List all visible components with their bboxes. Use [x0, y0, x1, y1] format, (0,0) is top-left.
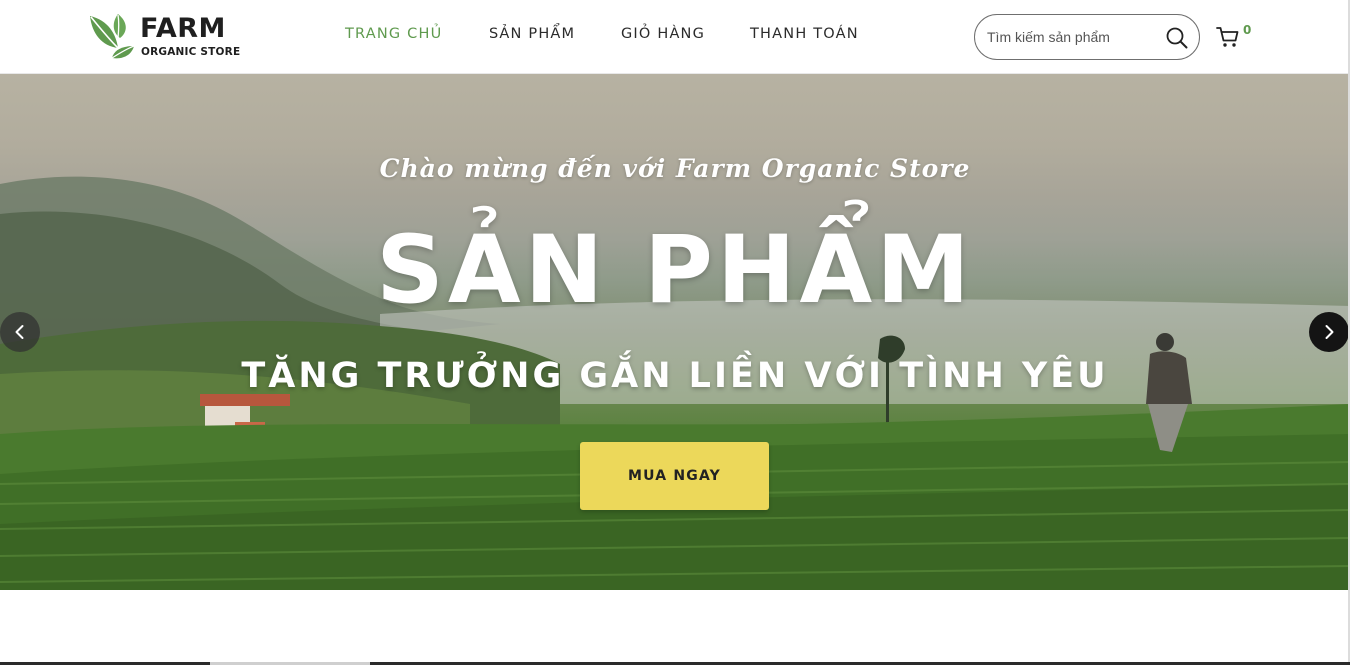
hero-banner: Chào mừng đến với Farm Organic Store SẢN…: [0, 74, 1350, 590]
buy-now-button[interactable]: MUA NGAY: [580, 442, 769, 510]
nav-item-cart[interactable]: GIỎ HÀNG: [621, 26, 705, 42]
carousel-prev-button[interactable]: [0, 312, 40, 352]
nav-item-home[interactable]: TRANG CHỦ: [345, 26, 442, 42]
hero-tagline: TĂNG TRƯỞNG GẮN LIỀN VỚI TÌNH YÊU: [241, 356, 1109, 396]
leaf-logo-icon: [90, 14, 135, 59]
nav-item-products[interactable]: SẢN PHẨM: [489, 26, 575, 42]
carousel-next-button[interactable]: [1309, 312, 1349, 352]
search-icon[interactable]: [1166, 27, 1188, 49]
site-header: FARM ORGANIC STORE TRANG CHỦ SẢN PHẨM GI…: [0, 0, 1350, 74]
chevron-left-icon: [15, 325, 24, 339]
brand-tagline: ORGANIC STORE: [141, 46, 241, 58]
hero-background-image: [0, 176, 1350, 590]
hero-subtitle: Chào mừng đến với Farm Organic Store: [379, 154, 971, 183]
nav-item-checkout[interactable]: THANH TOÁN: [750, 26, 859, 42]
cart-count-badge: 0: [1243, 23, 1252, 37]
brand-logo[interactable]: FARM ORGANIC STORE: [88, 12, 241, 60]
search-input[interactable]: [985, 26, 1155, 48]
brand-name: FARM: [140, 13, 226, 44]
chevron-right-icon: [1325, 325, 1334, 339]
hero-title: SẢN PHẨM: [376, 216, 974, 325]
search-box: [974, 14, 1200, 60]
cart-icon[interactable]: [1216, 25, 1240, 49]
